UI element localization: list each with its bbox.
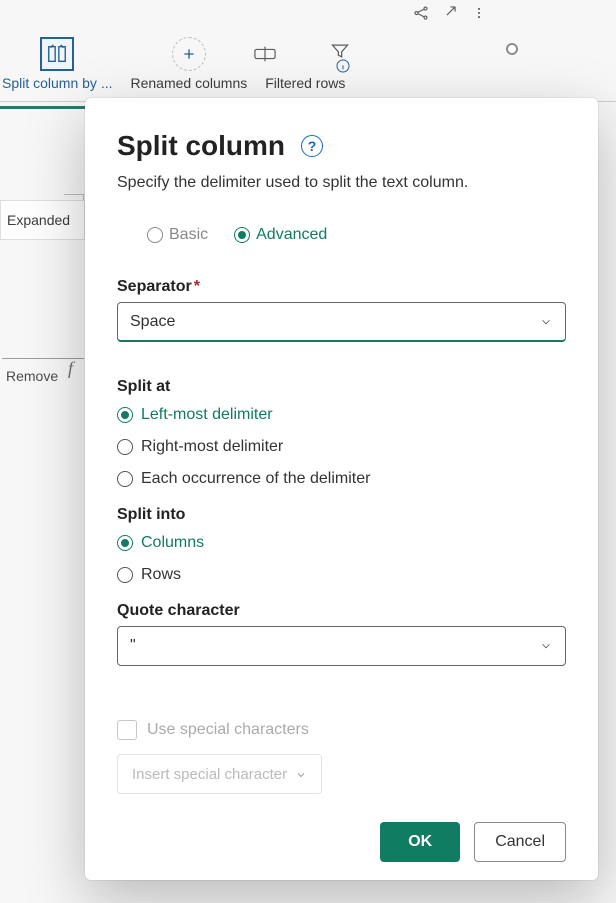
chevron-down-icon — [539, 639, 553, 653]
ok-button[interactable]: OK — [380, 822, 460, 862]
split-at-left-radio[interactable]: Left-most delimiter — [117, 406, 566, 424]
chevron-down-icon — [539, 315, 553, 329]
split-at-each-radio[interactable]: Each occurrence of the delimiter — [117, 470, 566, 488]
separator-label: Separator* — [117, 278, 566, 296]
info-icon — [335, 58, 351, 77]
insert-special-button[interactable]: Insert special character — [117, 754, 322, 794]
mode-advanced-radio[interactable]: Advanced — [234, 226, 327, 244]
dialog-title: Split column — [117, 130, 285, 162]
split-at-right-label: Right-most delimiter — [141, 438, 283, 456]
split-at-group: Split at Left-most delimiter Right-most … — [117, 378, 566, 488]
special-checkbox[interactable]: Use special characters — [117, 720, 566, 740]
dialog-subtitle: Specify the delimiter used to split the … — [117, 174, 566, 192]
split-at-each-label: Each occurrence of the delimiter — [141, 470, 370, 488]
rename-icon — [248, 37, 282, 71]
chevron-down-icon — [295, 768, 307, 780]
separator-select[interactable]: Space — [117, 302, 566, 342]
quote-select[interactable]: " — [117, 626, 566, 666]
separator-value: Space — [130, 313, 175, 331]
bg-remove-label: Remove — [0, 360, 85, 410]
bg-step-split[interactable]: Split column by ... — [2, 37, 113, 91]
radio-circle — [117, 407, 133, 423]
mode-advanced-label: Advanced — [256, 226, 327, 244]
insert-special-label: Insert special character — [132, 766, 287, 783]
quote-group: Quote character " — [117, 602, 566, 684]
split-into-rows-label: Rows — [141, 566, 181, 584]
split-column-dialog: Split column ? Specify the delimiter use… — [85, 98, 598, 880]
split-at-left-label: Left-most delimiter — [141, 406, 273, 424]
expand-icon — [444, 4, 458, 25]
radio-circle — [117, 471, 133, 487]
split-at-label: Split at — [117, 378, 566, 396]
bg-active-underline — [0, 106, 90, 109]
cancel-button[interactable]: Cancel — [474, 822, 566, 862]
split-into-rows-radio[interactable]: Rows — [117, 566, 566, 584]
split-into-group: Split into Columns Rows — [117, 506, 566, 584]
split-into-label: Split into — [117, 506, 566, 524]
bg-toolbar-icons — [412, 4, 486, 25]
quote-value: " — [130, 637, 136, 655]
bg-expanded-cell: Expanded — [0, 200, 85, 240]
bg-step-filter-icon — [353, 34, 387, 91]
quote-label: Quote character — [117, 602, 566, 620]
dialog-footer: OK Cancel — [117, 794, 566, 862]
radio-circle — [117, 567, 133, 583]
bg-connector-node — [506, 43, 518, 55]
mode-radio-group: Basic Advanced — [147, 226, 566, 244]
share-icon — [412, 4, 430, 25]
radio-circle — [117, 535, 133, 551]
plus-icon — [172, 37, 206, 71]
special-checkbox-label: Use special characters — [147, 721, 309, 739]
radio-circle — [117, 439, 133, 455]
mode-basic-radio[interactable]: Basic — [147, 226, 208, 244]
bg-step-label: Filtered rows — [265, 75, 345, 91]
checkbox-box — [117, 720, 137, 740]
split-at-right-radio[interactable]: Right-most delimiter — [117, 438, 566, 456]
mode-basic-label: Basic — [169, 226, 208, 244]
required-marker: * — [194, 278, 200, 295]
bg-step-renamed[interactable]: Renamed columns — [131, 37, 248, 91]
bg-expanded-label: Expanded — [7, 212, 70, 228]
radio-circle — [147, 227, 163, 243]
split-column-icon — [40, 37, 74, 71]
radio-circle — [234, 227, 250, 243]
bg-step-label: Split column by ... — [2, 75, 113, 91]
separator-label-text: Separator — [117, 278, 192, 295]
bg-step-label: Renamed columns — [131, 75, 248, 91]
split-into-columns-label: Columns — [141, 534, 204, 552]
split-into-columns-radio[interactable]: Columns — [117, 534, 566, 552]
separator-group: Separator* Space — [117, 278, 566, 360]
more-icon — [472, 4, 486, 25]
help-icon[interactable]: ? — [301, 135, 323, 157]
